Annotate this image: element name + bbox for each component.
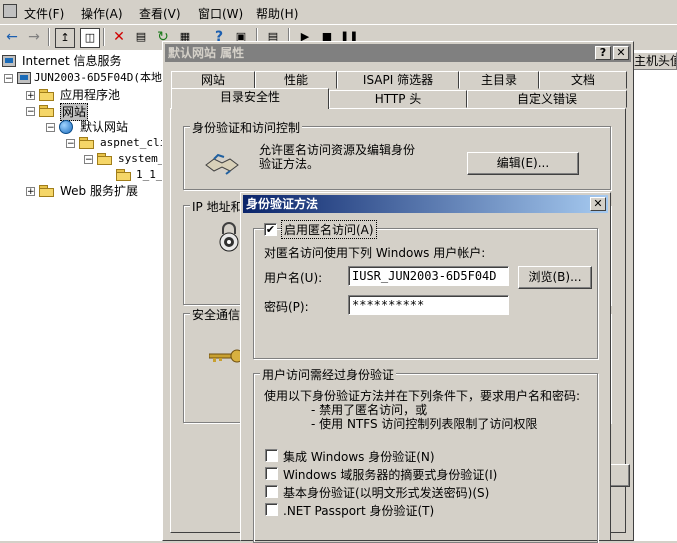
collapse-icon[interactable]: −	[26, 107, 35, 117]
menu-window[interactable]: 窗口(W)	[198, 5, 243, 22]
tab-website[interactable]: 网站	[171, 71, 255, 89]
tab-http-headers[interactable]: HTTP 头	[329, 90, 467, 108]
tab-home-directory[interactable]: 主目录	[459, 71, 539, 89]
menu-view[interactable]: 查看(V)	[139, 5, 181, 22]
app-icon[interactable]	[3, 4, 17, 18]
collapse-icon[interactable]: −	[4, 74, 13, 84]
folder-icon	[39, 105, 55, 117]
username-field[interactable]: IUSR_JUN2003-6D5F04D	[348, 266, 509, 286]
tab-custom-errors[interactable]: 自定义错误	[467, 90, 627, 108]
auth-access-group: 身份验证和访问控制 允许匿名访问资源及编辑身份验证方法。 编辑(E)...	[183, 119, 611, 190]
collapse-icon[interactable]: −	[66, 139, 75, 149]
column-header-host[interactable]: 主机头值	[630, 52, 677, 70]
tree-label: system_	[118, 152, 165, 165]
authenticated-access-group: 用户访问需经过身份验证 使用以下身份验证方法并在下列条件下，要求用户名和密码: …	[253, 366, 598, 543]
auth-description: 允许匿名访问资源及编辑身份验证方法。	[259, 143, 416, 171]
password-label: 密码(P):	[264, 300, 309, 314]
folder-icon	[79, 137, 95, 149]
tree-label: 默认网站	[80, 120, 129, 134]
tab-documents[interactable]: 文档	[539, 71, 627, 89]
integrated-windows-checkbox[interactable]	[265, 449, 278, 462]
details-pane[interactable]: 主机头值	[630, 50, 677, 541]
collapse-icon[interactable]: −	[84, 155, 93, 165]
enable-anonymous-checkbox[interactable]: ✔	[264, 223, 277, 236]
tree-label: Internet 信息服务	[22, 54, 122, 68]
basic-auth-checkbox[interactable]	[265, 485, 278, 498]
dialog-title: 默认网站 属性	[168, 46, 245, 60]
group-label: 身份验证和访问控制	[190, 119, 303, 136]
menu-action[interactable]: 操作(A)	[81, 5, 123, 22]
back-arrow-icon[interactable]: ←	[3, 28, 21, 46]
expand-icon[interactable]: +	[26, 91, 35, 101]
tree-label: aspnet_cli	[100, 136, 167, 149]
anonymous-access-group: ✔ 启用匿名访问(A) 对匿名访问使用下列 Windows 用户帐户: 用户名(…	[253, 220, 598, 359]
dialog-titlebar[interactable]: 默认网站 属性 ? ✕	[165, 44, 631, 62]
group-label: IP 地址和	[190, 198, 245, 215]
folder-icon	[39, 89, 55, 101]
folder-icon	[97, 153, 113, 165]
digest-auth-checkbox[interactable]	[265, 467, 278, 480]
edit-button[interactable]: 编辑(E)...	[467, 152, 579, 175]
menu-file[interactable]: 文件(F)	[24, 5, 64, 22]
tab-directory-security[interactable]: 目录安全性	[171, 88, 329, 109]
toolbar-separator	[48, 28, 50, 46]
tree-label: Web 服务扩展	[60, 184, 138, 198]
integrated-windows-label[interactable]: 集成 Windows 身份验证(N)	[283, 448, 435, 465]
group-label: 用户访问需经过身份验证	[260, 366, 397, 383]
group-label: 安全通信	[190, 306, 243, 323]
up-folder-icon[interactable]: ↥	[55, 28, 75, 48]
auth-methods-dialog: 身份验证方法 ✕ ✔ 启用匿名访问(A) 对匿名访问使用下列 Windows 用…	[240, 192, 611, 543]
show-tree-icon[interactable]: ◫	[80, 28, 100, 48]
enable-anonymous-label[interactable]: 启用匿名访问(A)	[281, 220, 377, 239]
properties-icon[interactable]: ▤	[132, 28, 150, 46]
tab-performance[interactable]: 性能	[255, 71, 337, 89]
lock-icon	[217, 222, 241, 252]
folder-icon	[116, 169, 132, 181]
collapse-icon[interactable]: −	[46, 123, 55, 133]
delete-icon[interactable]: ✕	[110, 28, 128, 46]
handshake-icon	[204, 151, 240, 175]
passport-auth-checkbox[interactable]	[265, 503, 278, 516]
help-button[interactable]: ?	[595, 46, 611, 60]
tab-isapi[interactable]: ISAPI 筛选器	[337, 71, 459, 89]
basic-auth-label[interactable]: 基本身份验证(以明文形式发送密码)(S)	[283, 484, 489, 501]
anon-account-description: 对匿名访问使用下列 Windows 用户帐户:	[264, 246, 486, 260]
folder-icon	[39, 185, 55, 197]
tree-label: 1_1_	[136, 168, 163, 181]
close-button[interactable]: ✕	[590, 197, 606, 211]
auth-conditions-line3: - 使用 NTFS 访问控制列表限制了访问权限	[311, 417, 538, 431]
password-field[interactable]: **********	[348, 295, 509, 315]
computer-icon	[17, 72, 31, 84]
passport-auth-label[interactable]: .NET Passport 身份验证(T)	[283, 502, 434, 519]
toolbar-separator	[103, 28, 105, 46]
tree-label: JUN2003-6D5F04D(本地	[34, 71, 162, 84]
username-label: 用户名(U):	[264, 271, 323, 285]
browse-button[interactable]: 浏览(B)...	[518, 266, 592, 289]
close-button[interactable]: ✕	[613, 46, 629, 60]
globe-icon	[59, 120, 73, 134]
digest-auth-label[interactable]: Windows 域服务器的摘要式身份验证(I)	[283, 466, 497, 483]
tree-view[interactable]: Internet 信息服务 − JUN2003-6D5F04D(本地 + 应用程…	[0, 50, 167, 541]
tree-label: 应用程序池	[60, 88, 121, 102]
menu-help[interactable]: 帮助(H)	[256, 5, 298, 22]
expand-icon[interactable]: +	[26, 187, 35, 197]
forward-arrow-icon[interactable]: →	[25, 28, 43, 46]
dialog-title: 身份验证方法	[246, 197, 319, 211]
menu-bar: 文件(F) 操作(A) 查看(V) 窗口(W) 帮助(H)	[0, 0, 677, 24]
iis-icon	[2, 55, 16, 67]
dialog-titlebar[interactable]: 身份验证方法 ✕	[243, 195, 608, 213]
